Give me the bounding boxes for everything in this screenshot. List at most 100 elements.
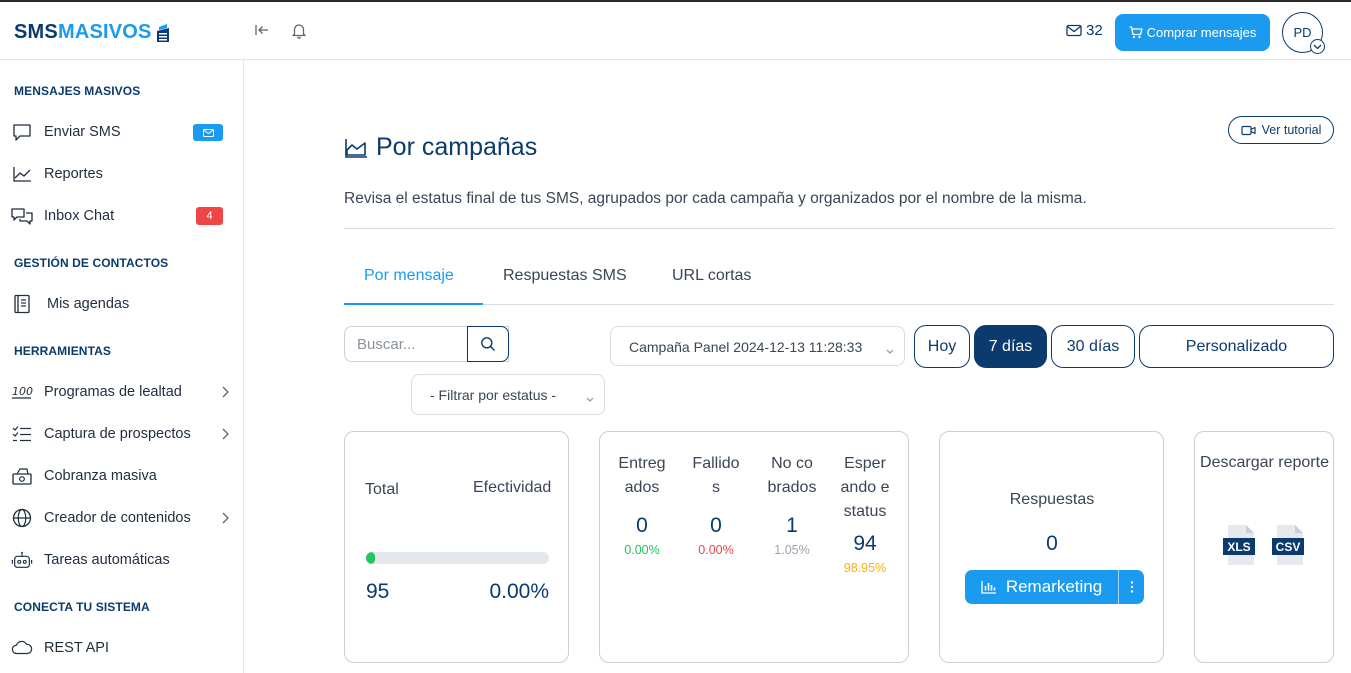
chevron-down-icon (1310, 39, 1325, 54)
area-chart-icon (345, 138, 367, 158)
search-button[interactable] (467, 326, 509, 362)
envelope-icon (202, 128, 214, 137)
stat-percent: 0.00% (624, 543, 660, 557)
summary-card: Total Efectividad 95 0.00% (344, 431, 569, 663)
sidebar-item-label: Creador de contenidos (44, 510, 191, 526)
tutorial-label: Ver tutorial (1261, 123, 1322, 137)
stat-label: No cobrados (767, 455, 817, 496)
more-options-icon[interactable] (1119, 570, 1144, 604)
effectivity-label: Efectividad (473, 479, 552, 496)
logo-text-masivos: MASIVOS (57, 21, 152, 43)
stat-percent: 98.95% (843, 561, 887, 575)
tutorial-button[interactable]: Ver tutorial (1228, 116, 1334, 144)
video-camera-icon (1241, 125, 1256, 135)
sidebar-item-label: Enviar SMS (44, 124, 121, 140)
collapse-sidebar-icon[interactable] (254, 22, 270, 43)
sidebar-item-programas-lealtad[interactable]: 100 Programas de lealtad (0, 376, 243, 408)
sidebar-item-enviar-sms[interactable]: Enviar SMS (0, 116, 243, 148)
range-7-dias-button[interactable]: 7 días (974, 325, 1047, 368)
sidebar-item-label: REST API (44, 640, 110, 656)
sidebar-item-rest-api[interactable]: REST API (0, 632, 243, 664)
csv-label: CSV (1276, 540, 1301, 554)
status-filter-value: - Filtrar por estatus - (430, 387, 557, 403)
sidebar-item-cobranza-masiva[interactable]: Cobranza masiva (0, 460, 243, 492)
cloud-icon (11, 638, 33, 658)
chat-bubbles-icon (11, 206, 33, 226)
sidebar-item-label: Programas de lealtad (44, 384, 182, 400)
tab-url-cortas[interactable]: URL cortas (672, 253, 751, 305)
avatar[interactable]: PD (1282, 12, 1325, 54)
range-30-dias-button[interactable]: 30 días (1051, 325, 1135, 368)
globe-icon (11, 508, 33, 528)
divider (344, 228, 1334, 229)
stat-percent: 1.05% (774, 543, 810, 557)
sidebar-item-creador-contenidos[interactable]: Creador de contenidos (0, 502, 243, 534)
mail-badge (193, 124, 223, 141)
tabs: Por mensaje Respuestas SMS URL cortas (344, 253, 1334, 305)
checklist-icon (11, 424, 33, 444)
sms-credits[interactable]: 32 (1066, 22, 1103, 39)
section-title-herramientas: HERRAMIENTAS (14, 344, 111, 358)
logo-text-sms: SMS (14, 21, 58, 43)
stat-percent: 0.00% (698, 543, 734, 557)
total-value: 95 (366, 580, 390, 603)
sidebar-item-label: Tareas automáticas (44, 552, 170, 568)
sidebar-item-tareas-automaticas[interactable]: Tareas automáticas (0, 544, 243, 576)
download-card: Descargar reporte XLS CSV (1194, 431, 1334, 663)
responses-value: 0 (1046, 532, 1058, 555)
sidebar-item-mis-agendas[interactable]: Mis agendas (0, 288, 243, 320)
main-content: Ver tutorial Por campañas Revisa el esta… (244, 60, 1351, 673)
sidebar-item-label: Cobranza masiva (44, 468, 157, 484)
chevron-right-icon (221, 511, 229, 529)
section-title-mensajes-masivos: MENSAJES MASIVOS (14, 84, 141, 98)
cart-icon (1129, 26, 1143, 39)
stat-label: Entregados (618, 455, 666, 496)
address-book-icon (11, 294, 33, 314)
sidebar-item-inbox-chat[interactable]: Inbox Chat 4 (0, 200, 243, 232)
xls-download-icon[interactable]: XLS (1222, 524, 1258, 571)
envelope-icon (1066, 24, 1082, 37)
sidebar: MENSAJES MASIVOS Enviar SMS Reportes Inb… (0, 60, 244, 673)
status-filter-select[interactable]: - Filtrar por estatus - (411, 374, 605, 415)
avatar-initials: PD (1293, 25, 1312, 40)
stat-value: 0 (636, 514, 648, 537)
sidebar-item-label: Mis agendas (47, 296, 130, 312)
section-title-gestion-contactos: GESTIÓN DE CONTACTOS (14, 256, 169, 270)
bar-chart-icon (981, 581, 996, 594)
sidebar-item-label: Captura de prospectos (44, 426, 191, 442)
buy-messages-button[interactable]: Comprar mensajes (1115, 14, 1270, 51)
stat-no-cobrados: No cobrados 1 1.05% (767, 452, 817, 562)
sidebar-item-label: Reportes (44, 166, 103, 182)
stat-value: 0 (710, 514, 722, 537)
sidebar-item-label: Inbox Chat (44, 208, 115, 224)
stat-value: 94 (853, 532, 877, 555)
chevron-right-icon (221, 427, 229, 445)
stat-fallidos: Fallidos 0 0.00% (691, 452, 741, 562)
range-hoy-button[interactable]: Hoy (914, 325, 970, 368)
chevron-down-icon (886, 342, 894, 358)
logo-mark-icon (156, 23, 169, 42)
bell-icon[interactable] (291, 22, 307, 44)
page-title: Por campañas (344, 133, 537, 162)
buy-messages-label: Comprar mensajes (1146, 25, 1257, 40)
remarketing-button[interactable]: Remarketing (965, 570, 1118, 604)
logo[interactable]: SMS MASIVOS (14, 21, 171, 44)
hundred-icon: 100 (11, 382, 33, 402)
tab-respuestas-sms[interactable]: Respuestas SMS (503, 253, 627, 305)
tab-por-mensaje[interactable]: Por mensaje (344, 253, 483, 305)
svg-text:100: 100 (12, 385, 33, 398)
sidebar-item-captura-prospectos[interactable]: Captura de prospectos (0, 418, 243, 450)
inbox-count-badge: 4 (196, 207, 223, 225)
page-title-text: Por campañas (376, 133, 538, 161)
csv-download-icon[interactable]: CSV (1271, 524, 1307, 571)
range-personalizado-button[interactable]: Personalizado (1139, 325, 1334, 368)
stat-entregados: Entregados 0 0.00% (617, 452, 667, 562)
stat-label: Esperando estatus (840, 455, 890, 520)
robot-icon (11, 550, 33, 570)
chevron-right-icon (221, 385, 229, 403)
status-stats-card: Entregados 0 0.00% Fallidos 0 0.00% No c… (599, 431, 909, 663)
top-bar: SMS MASIVOS 32 Comprar mensajes PD (0, 0, 1351, 60)
sidebar-item-reportes[interactable]: Reportes (0, 158, 243, 190)
stat-label: Fallidos (692, 455, 740, 496)
campaign-select[interactable]: Campaña Panel 2024-12-13 11:28:33 (610, 326, 905, 366)
